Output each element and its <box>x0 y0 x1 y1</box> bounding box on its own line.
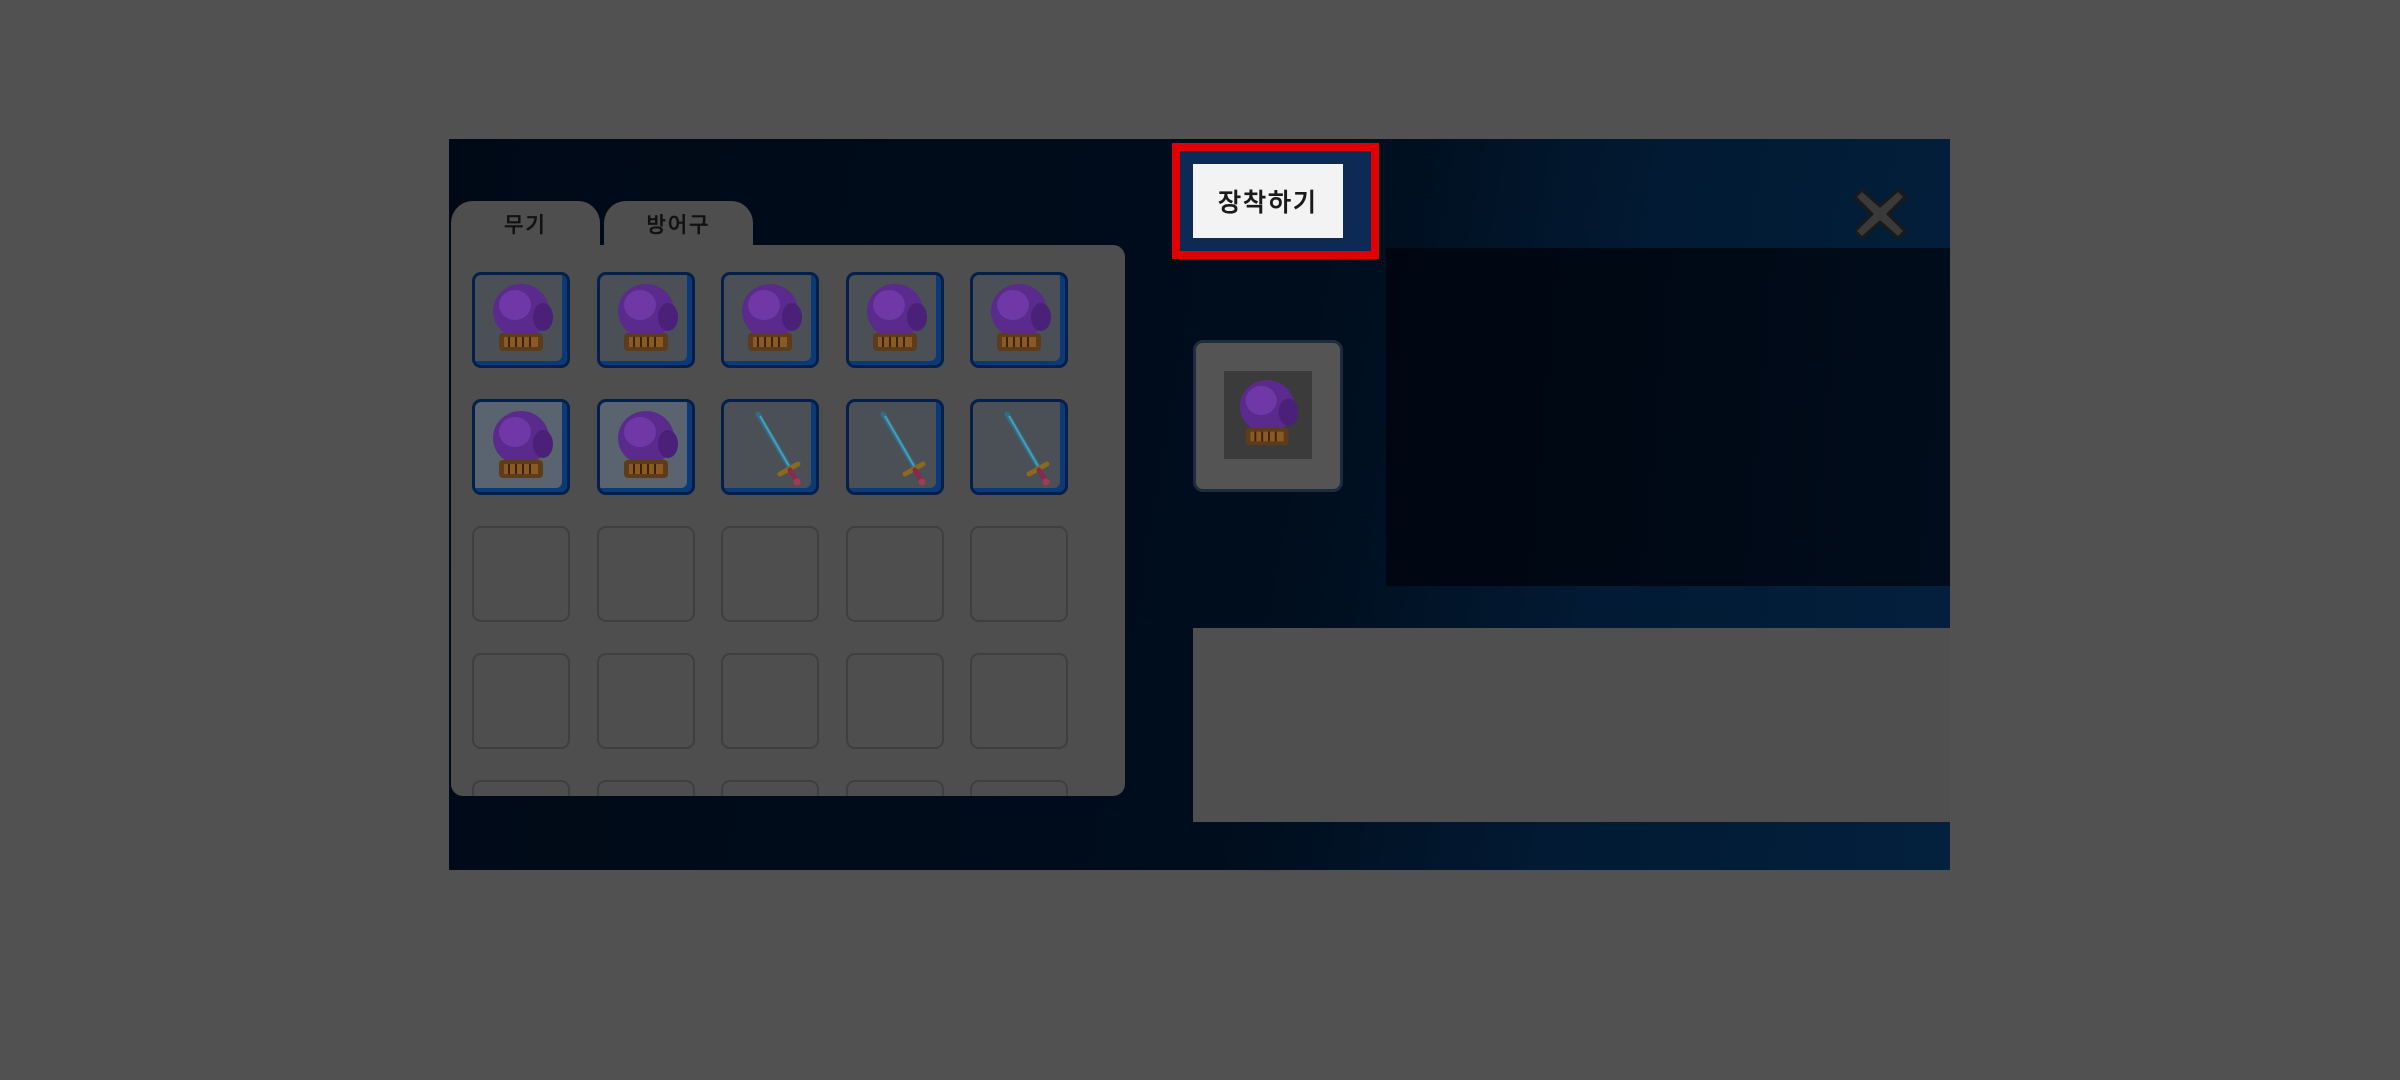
boxing-glove-icon <box>617 411 678 478</box>
equip-button[interactable]: 장착하기 <box>1193 164 1343 238</box>
item-description-box <box>1193 628 1950 822</box>
inventory-slot[interactable] <box>472 399 570 495</box>
close-button[interactable] <box>1852 186 1908 242</box>
inventory-slot[interactable] <box>721 399 819 495</box>
inventory-slot[interactable] <box>596 653 695 749</box>
game-screen: 무기 방어구 장착하기 <box>0 0 2400 1080</box>
boxing-glove-icon <box>493 284 553 351</box>
inventory-slot[interactable] <box>472 272 570 368</box>
boxing-glove-icon <box>742 284 802 351</box>
inventory-slot[interactable] <box>721 653 819 749</box>
boxing-glove-icon <box>866 284 927 351</box>
inventory-slot[interactable] <box>721 272 819 368</box>
inventory-slot[interactable] <box>596 272 695 368</box>
inventory-slot[interactable] <box>970 526 1068 622</box>
inventory-slot[interactable] <box>472 780 570 796</box>
sword-icon <box>880 411 925 486</box>
inventory-slot[interactable] <box>596 399 695 495</box>
inventory-slot[interactable] <box>472 526 570 622</box>
sword-icon <box>1004 411 1050 486</box>
inventory-slot[interactable] <box>845 526 944 622</box>
inventory-slot[interactable] <box>845 272 944 368</box>
boxing-glove-icon <box>617 284 678 351</box>
equip-button-highlight: 장착하기 <box>1172 143 1379 259</box>
inventory-slot[interactable] <box>970 399 1068 495</box>
tab-weapon[interactable]: 무기 <box>451 201 600 247</box>
inventory-slot[interactable] <box>845 780 944 796</box>
selected-item-frame <box>1224 371 1312 459</box>
inventory-slot[interactable] <box>596 780 695 796</box>
tab-armor[interactable]: 방어구 <box>604 201 753 247</box>
boxing-glove-icon <box>991 284 1051 351</box>
inventory-panel: 무기 방어구 장착하기 <box>449 139 1950 870</box>
character-preview <box>1386 248 1950 586</box>
inventory-slot[interactable] <box>970 653 1068 749</box>
inventory-slot[interactable] <box>970 780 1068 796</box>
selected-item-slot[interactable] <box>1193 340 1343 492</box>
sword-icon <box>755 411 801 486</box>
inventory-slot[interactable] <box>721 526 819 622</box>
boxing-glove-icon <box>493 411 553 478</box>
inventory-slot[interactable] <box>472 653 570 749</box>
inventory-slot[interactable] <box>845 653 944 749</box>
inventory-slot[interactable] <box>970 272 1068 368</box>
inventory-slot[interactable] <box>721 780 819 796</box>
inventory-slot[interactable] <box>845 399 944 495</box>
close-icon <box>1853 188 1907 240</box>
boxing-glove-icon <box>1239 379 1299 446</box>
inventory-slot[interactable] <box>596 526 695 622</box>
inventory-grid <box>451 245 1125 796</box>
